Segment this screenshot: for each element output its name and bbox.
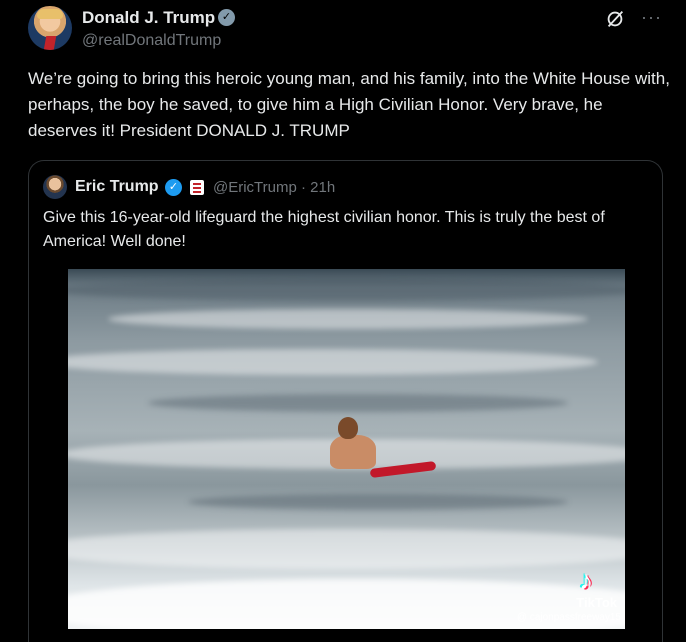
quoted-author-name[interactable]: Eric Trump — [75, 178, 159, 196]
quoted-verified-badge-icon: ✓ — [165, 179, 182, 196]
quoted-author-handle[interactable]: @EricTrump · 21h — [213, 179, 335, 196]
author-handle[interactable]: @realDonaldTrump — [82, 32, 221, 50]
post-text: We’re going to bring this heroic young m… — [28, 69, 670, 140]
tiktok-brand: TikTok — [576, 595, 617, 610]
surf-band — [148, 394, 568, 412]
video-thumbnail[interactable]: ♪ TikTok @ cajonpassfreeway15 — [68, 269, 625, 629]
quoted-avatar[interactable] — [43, 175, 67, 199]
post-header: Donald J. Trump ✓ @realDonaldTrump ··· — [28, 4, 666, 54]
surf-band — [68, 349, 598, 375]
tiktok-username: @ cajonpassfreeway15 — [516, 612, 621, 623]
quoted-post[interactable]: Eric Trump ✓ @EricTrump · 21h Give this … — [28, 160, 663, 642]
lifeguard-head — [338, 417, 358, 439]
surf-band — [188, 494, 568, 510]
avatar[interactable] — [28, 6, 72, 50]
lifeguard-figure — [330, 435, 376, 469]
affiliation-badge-icon — [190, 180, 204, 195]
author-name[interactable]: Donald J. Trump — [82, 8, 215, 28]
tweet-container: Donald J. Trump ✓ @realDonaldTrump ··· W… — [0, 0, 686, 642]
more-icon[interactable]: ··· — [641, 7, 662, 28]
tiktok-logo-icon: ♪ — [579, 565, 593, 595]
surf-band — [68, 529, 625, 569]
grok-icon[interactable] — [604, 8, 626, 30]
quoted-post-text: Give this 16-year-old lifeguard the high… — [43, 209, 605, 250]
surf-band — [108, 309, 588, 329]
verified-badge-icon[interactable]: ✓ — [218, 9, 235, 26]
surf-band — [68, 279, 625, 301]
